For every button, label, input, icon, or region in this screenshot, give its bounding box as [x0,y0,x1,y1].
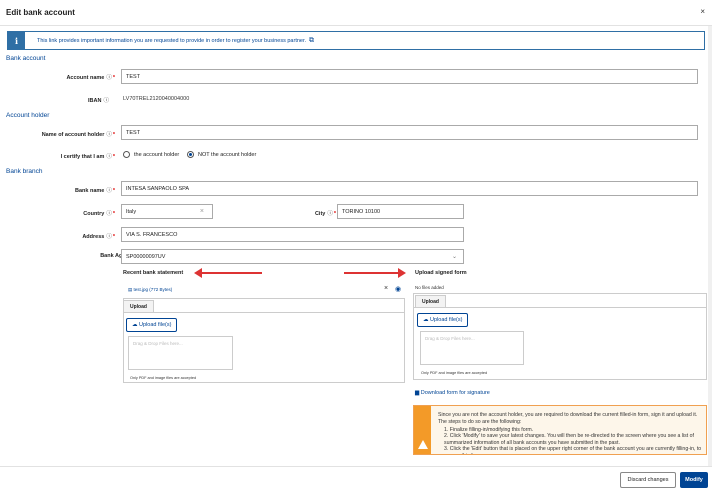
download-form-link[interactable]: ▆ Download form for signature [415,390,490,396]
account-name-label: Account name ⓘ* [66,75,115,81]
info-icon: ⓘ [106,75,112,81]
chevron-down-icon[interactable]: ⌄ [452,253,457,260]
drop-zone[interactable]: Drag & Drop Files here... [128,336,233,370]
dialog-title: Edit bank account [6,8,75,17]
country-label: Country ⓘ* [83,211,115,217]
view-eye-icon[interactable]: ◉ [395,285,401,293]
divider [413,307,707,308]
radio-circle-selected[interactable] [187,151,194,158]
holder-name-label: Name of account holder ⓘ* [41,132,115,138]
info-icon: ⓘ [327,211,333,217]
city-label: City ⓘ* [314,211,336,217]
info-icon: ⓘ [106,188,112,194]
country-select[interactable]: Italy × [121,204,213,219]
discard-changes-button[interactable]: Discard changes [620,472,676,488]
warning-icon [418,440,428,449]
info-icon: i [8,32,25,49]
annotation-arrow-left [194,268,262,278]
info-icon: ⓘ [106,154,112,160]
external-link-icon[interactable]: ⧉ [309,37,314,45]
bank-agency-select[interactable]: SP00000097UV ⌄ [121,249,464,264]
address-input[interactable]: VIA S. FRANCESCO [121,227,464,242]
close-icon[interactable]: × [700,7,705,16]
warning-box: Since you are not the account holder, yo… [413,405,707,455]
warning-intro: Since you are not the account holder, yo… [438,412,698,425]
signed-form-title: Upload signed form [415,270,467,276]
tab-upload-signed[interactable]: Upload [415,295,446,307]
clear-icon[interactable]: × [200,208,204,215]
remove-file-icon[interactable]: × [384,285,388,292]
uploaded-file-link[interactable]: ▤ test.jpg (772 Bytes) [128,287,172,293]
cloud-upload-icon: ☁ [132,322,140,328]
bank-name-label: Bank name ⓘ* [74,188,115,194]
modify-button[interactable]: Modify [680,472,708,488]
info-banner: i This link provides important informati… [7,31,705,50]
accepted-files-note-signed: Only PDF and image files are accepted [421,371,488,375]
upload-files-button[interactable]: ☁ Upload file(s) [126,318,178,332]
dialog-header: Edit bank account × [0,0,712,26]
drop-zone-signed[interactable]: Drag & Drop Files here... [420,331,524,365]
radio-account-holder[interactable]: the account holder [123,151,179,158]
city-input[interactable]: TORINO 10100 [337,204,464,219]
warning-step-2: 2. Click 'Modify' to save your latest ch… [444,433,694,446]
account-name-input[interactable]: TEST [121,69,698,84]
recent-statement-title: Recent bank statement [123,270,184,276]
cloud-upload-icon: ☁ [423,317,431,323]
tab-upload[interactable]: Upload [123,300,154,312]
upload-signed-button[interactable]: ☁ Upload file(s) [417,313,469,327]
annotation-arrow-right [344,268,406,278]
scrollbar[interactable] [708,26,712,466]
info-icon: ⓘ [106,211,112,217]
bank-name-input[interactable]: INTESA SANPAOLO SPA [121,181,698,196]
iban-label: IBAN ⓘ [88,98,109,104]
radio-circle[interactable] [123,151,130,158]
info-icon: ⓘ [103,98,109,104]
accepted-files-note: Only PDF and image files are accepted [130,376,197,380]
warning-step-3: 3. Click the 'Edit' button that is place… [444,446,702,454]
section-account-holder: Account holder [6,112,50,119]
info-link[interactable]: This link provides important information… [37,38,306,44]
radio-not-account-holder[interactable]: NOT the account holder [187,151,256,158]
dialog-footer [0,466,712,491]
section-bank-branch: Bank branch [6,168,43,175]
info-icon: ⓘ [106,234,112,240]
no-files-text: No files added [415,285,444,290]
iban-value: LV70TREL2120040004000 [123,96,190,102]
holder-name-input[interactable]: TEST [121,125,698,140]
info-icon: ⓘ [106,132,112,138]
certify-label: I certify that I am ⓘ* [60,154,115,160]
address-label: Address ⓘ* [82,234,115,240]
divider [123,312,405,313]
section-bank-account: Bank account [6,55,46,62]
